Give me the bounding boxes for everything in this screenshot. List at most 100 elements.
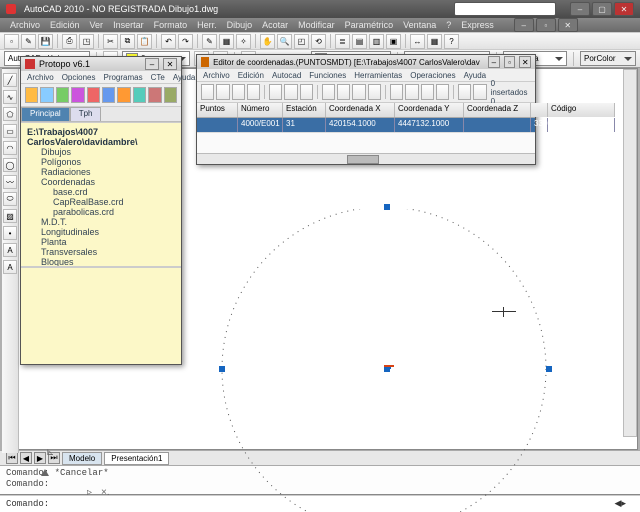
- p2-btn-2[interactable]: [216, 84, 229, 100]
- tree-node[interactable]: Radiaciones: [27, 167, 175, 177]
- p2-btn-7[interactable]: [300, 84, 313, 100]
- p1-menu-opciones[interactable]: Opciones: [62, 73, 96, 82]
- tree-node[interactable]: parabolicas.crd: [27, 207, 175, 217]
- doc-minimize[interactable]: –: [514, 18, 534, 32]
- protopo-panel[interactable]: Protopo v6.1 – ✕ Archivo Opciones Progra…: [20, 56, 182, 365]
- designcenter-icon[interactable]: ▤: [352, 34, 367, 49]
- p1-btn-6[interactable]: [102, 87, 115, 103]
- coord-hscroll[interactable]: [197, 153, 535, 164]
- tree-root[interactable]: E:\Trabajos\4007 CarlosValero\davidambre…: [27, 127, 175, 147]
- p2-menu-archivo[interactable]: Archivo: [203, 71, 230, 80]
- p2-btn-14[interactable]: [421, 84, 434, 100]
- tree-node[interactable]: Longitudinales: [27, 227, 175, 237]
- cell[interactable]: 4000/E001: [238, 118, 283, 132]
- p2-menu-oper[interactable]: Operaciones: [410, 71, 455, 80]
- tab-nav-next[interactable]: ▶: [34, 452, 46, 464]
- p1-menu-programas[interactable]: Programas: [103, 73, 142, 82]
- menu-archivo[interactable]: Archivo: [10, 20, 40, 30]
- tree-node[interactable]: Planta: [27, 237, 175, 247]
- col-header[interactable]: Puntos: [197, 103, 238, 117]
- grip-right[interactable]: [546, 366, 552, 372]
- zoom-window-icon[interactable]: ◰: [294, 34, 309, 49]
- menu-modificar[interactable]: Modificar: [298, 20, 335, 30]
- tab-presentacion[interactable]: Presentación1: [104, 452, 169, 465]
- tab-modelo[interactable]: Modelo: [62, 452, 102, 465]
- block-icon[interactable]: ▦: [219, 34, 234, 49]
- mtext-icon[interactable]: A: [3, 260, 17, 274]
- p2-menu-ayuda[interactable]: Ayuda: [464, 71, 487, 80]
- pline-icon[interactable]: ∿: [3, 90, 17, 104]
- scroll-thumb[interactable]: [347, 155, 379, 164]
- cell[interactable]: [197, 118, 238, 132]
- p1-menu-archivo[interactable]: Archivo: [27, 73, 54, 82]
- p2-menu-funciones[interactable]: Funciones: [309, 71, 346, 80]
- doc-restore[interactable]: ▫: [536, 18, 556, 32]
- menu-express[interactable]: Express: [461, 20, 494, 30]
- menu-parametrico[interactable]: Paramétrico: [345, 20, 394, 30]
- cell[interactable]: 31: [283, 118, 326, 132]
- p2-btn-11[interactable]: [368, 84, 381, 100]
- ellipse-icon[interactable]: ⬭: [3, 192, 17, 206]
- circle-icon[interactable]: ◯: [3, 158, 17, 172]
- p1-btn-5[interactable]: [87, 87, 100, 103]
- menu-edicion[interactable]: Edición: [50, 20, 80, 30]
- cell[interactable]: 4447132.1000: [395, 118, 464, 132]
- p1-btn-9[interactable]: [148, 87, 161, 103]
- p2-btn-17[interactable]: [473, 84, 486, 100]
- tab-tph[interactable]: Tph: [70, 107, 102, 121]
- help-icon[interactable]: ?: [444, 34, 459, 49]
- menu-formato[interactable]: Formato: [154, 20, 188, 30]
- p1-btn-10[interactable]: [164, 87, 177, 103]
- hatch-icon[interactable]: ▨: [3, 209, 17, 223]
- menu-help[interactable]: ?: [446, 20, 451, 30]
- zoom-prev-icon[interactable]: ⟲: [311, 34, 326, 49]
- col-header[interactable]: Número: [238, 103, 283, 117]
- point-icon[interactable]: •: [3, 226, 17, 240]
- save-icon[interactable]: 💾: [38, 34, 53, 49]
- p2-btn-8[interactable]: [322, 84, 335, 100]
- dim-icon[interactable]: ↔: [410, 34, 425, 49]
- paste-icon[interactable]: 📋: [137, 34, 152, 49]
- col-header[interactable]: Coordenada X: [326, 103, 395, 117]
- menu-herr[interactable]: Herr.: [197, 20, 217, 30]
- new-icon[interactable]: ▫: [4, 34, 19, 49]
- polygon-icon[interactable]: ⬠: [3, 107, 17, 121]
- cell[interactable]: 420154.1000: [326, 118, 395, 132]
- close-button[interactable]: ✕: [614, 2, 634, 16]
- sheet-icon[interactable]: ▣: [386, 34, 401, 49]
- match-icon[interactable]: ✎: [202, 34, 217, 49]
- maximize-button[interactable]: ▢: [592, 2, 612, 16]
- menu-acotar[interactable]: Acotar: [262, 20, 288, 30]
- doc-close[interactable]: ✕: [558, 18, 578, 32]
- copy-icon[interactable]: ⧉: [120, 34, 135, 49]
- coord-min[interactable]: –: [488, 56, 500, 68]
- p2-btn-4[interactable]: [247, 84, 260, 100]
- col-header[interactable]: Coordenada Y: [395, 103, 464, 117]
- scrollbar-vertical[interactable]: [623, 69, 637, 437]
- p2-btn-5[interactable]: [269, 84, 282, 100]
- cell[interactable]: 3350.000: [531, 118, 548, 132]
- rect-icon[interactable]: ▭: [3, 124, 17, 138]
- p2-btn-13[interactable]: [405, 84, 418, 100]
- toolpal-icon[interactable]: ▥: [369, 34, 384, 49]
- p1-btn-8[interactable]: [133, 87, 146, 103]
- coord-max[interactable]: ▫: [504, 56, 516, 68]
- coord-close[interactable]: ✕: [519, 56, 531, 68]
- print-icon[interactable]: ⎙: [62, 34, 77, 49]
- table-icon[interactable]: ▦: [427, 34, 442, 49]
- menu-ventana[interactable]: Ventana: [403, 20, 436, 30]
- props-icon[interactable]: ≣: [335, 34, 350, 49]
- protopo-min[interactable]: –: [145, 58, 159, 70]
- p2-menu-autocad[interactable]: Autocad: [272, 71, 301, 80]
- line-icon[interactable]: ╱: [3, 73, 17, 87]
- protopo-close[interactable]: ✕: [163, 58, 177, 70]
- tab-principal[interactable]: Principal: [21, 107, 70, 121]
- col-header[interactable]: [531, 103, 548, 117]
- tree-node[interactable]: CapRealBase.crd: [27, 197, 175, 207]
- menu-dibujo[interactable]: Dibujo: [227, 20, 253, 30]
- coord-table-row[interactable]: 4000/E00131420154.10004447132.10003350.0…: [197, 118, 535, 133]
- tree-node[interactable]: M.D.T.: [27, 217, 175, 227]
- help-search-input[interactable]: [454, 2, 556, 16]
- project-tree[interactable]: E:\Trabajos\4007 CarlosValero\davidambre…: [21, 122, 181, 267]
- p2-btn-10[interactable]: [352, 84, 365, 100]
